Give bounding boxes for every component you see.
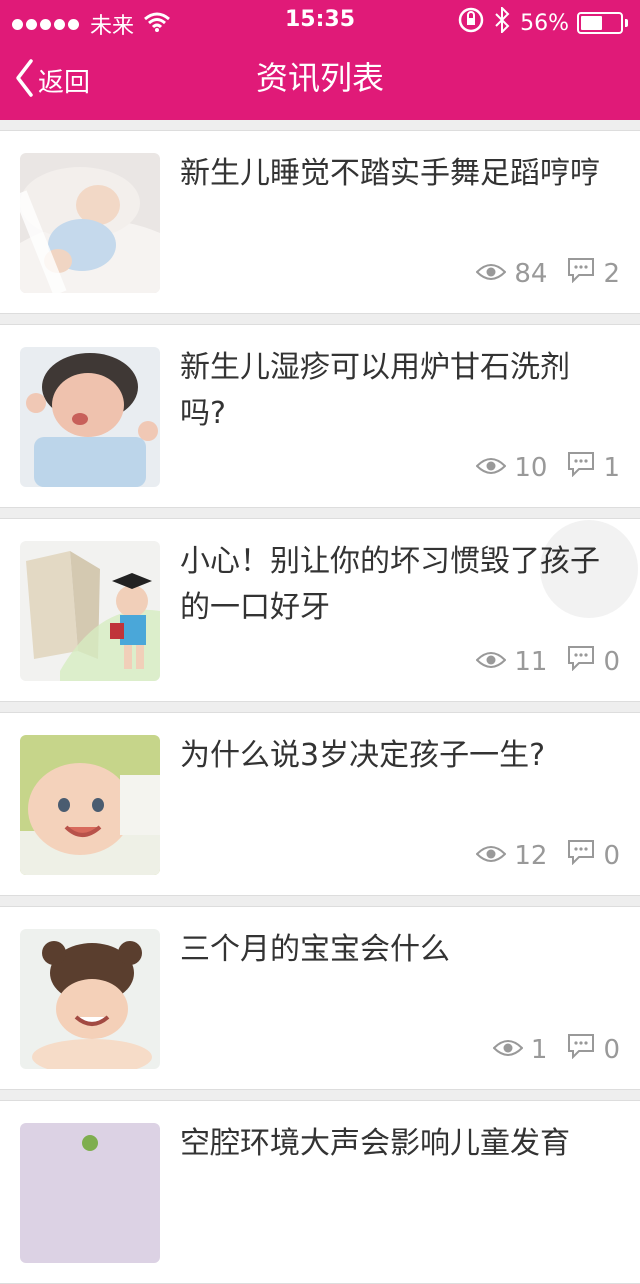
battery-nub [625, 19, 628, 27]
bluetooth-icon [494, 5, 510, 39]
comment-count: 2 [603, 258, 620, 289]
article-stats: 1 0 [492, 1033, 620, 1066]
eye-icon [492, 1035, 524, 1065]
article-item[interactable]: 三个月的宝宝会什么 1 0 [0, 906, 640, 1090]
view-count: 84 [514, 258, 548, 289]
comment-icon [567, 839, 595, 872]
orientation-lock-icon [458, 7, 484, 39]
article-stats: 11 0 [475, 645, 620, 678]
touch-ripple [540, 520, 638, 618]
article-stats: 10 1 [475, 451, 620, 484]
page-title: 资讯列表 [255, 59, 384, 97]
battery-fill [581, 16, 602, 30]
article-item[interactable]: 为什么说3岁决定孩子一生? 12 0 [0, 712, 640, 896]
comment-icon [567, 1033, 595, 1066]
battery-icon [577, 12, 623, 34]
article-item[interactable]: 新生儿湿疹可以用炉甘石洗剂吗? 10 1 [0, 324, 640, 508]
article-title: 空腔环境大声会影响儿童发育 [180, 1126, 570, 1161]
comment-icon [567, 451, 595, 484]
nav-bar: 返回 资讯列表 [0, 40, 640, 120]
article-stats: 84 2 [475, 257, 620, 290]
comment-count: 0 [603, 646, 620, 677]
eye-icon [475, 453, 507, 483]
article-item[interactable]: 空腔环境大声会影响儿童发育 [0, 1100, 640, 1284]
article-thumbnail [20, 153, 160, 293]
eye-icon [475, 841, 507, 871]
article-thumbnail [20, 541, 160, 681]
article-title: 为什么说3岁决定孩子一生? [180, 738, 546, 773]
view-count: 11 [514, 646, 548, 677]
comment-count: 0 [603, 840, 620, 871]
article-thumbnail [20, 929, 160, 1069]
battery-percent: 56% [520, 10, 569, 36]
article-thumbnail [20, 1123, 160, 1263]
comment-icon [567, 257, 595, 290]
eye-icon [475, 647, 507, 677]
article-title: 新生儿湿疹可以用炉甘石洗剂吗? [180, 350, 570, 431]
comment-count: 0 [603, 1034, 620, 1065]
article-thumbnail [20, 347, 160, 487]
view-count: 12 [514, 840, 548, 871]
status-right: 56% [458, 5, 628, 39]
article-stats: 12 0 [475, 839, 620, 872]
article-item[interactable]: 新生儿睡觉不踏实手舞足蹈哼哼 84 2 [0, 130, 640, 314]
article-title: 新生儿睡觉不踏实手舞足蹈哼哼 [180, 156, 600, 191]
article-item[interactable]: 小心！别让你的坏习惯毁了孩子的一口好牙 11 0 [0, 518, 640, 702]
view-count: 10 [514, 452, 548, 483]
article-title: 三个月的宝宝会什么 [180, 932, 450, 967]
comment-count: 1 [603, 452, 620, 483]
status-bar: 未来 15:35 56% [0, 0, 640, 40]
eye-icon [475, 259, 507, 289]
comment-icon [567, 645, 595, 678]
article-thumbnail [20, 735, 160, 875]
view-count: 1 [530, 1034, 548, 1065]
